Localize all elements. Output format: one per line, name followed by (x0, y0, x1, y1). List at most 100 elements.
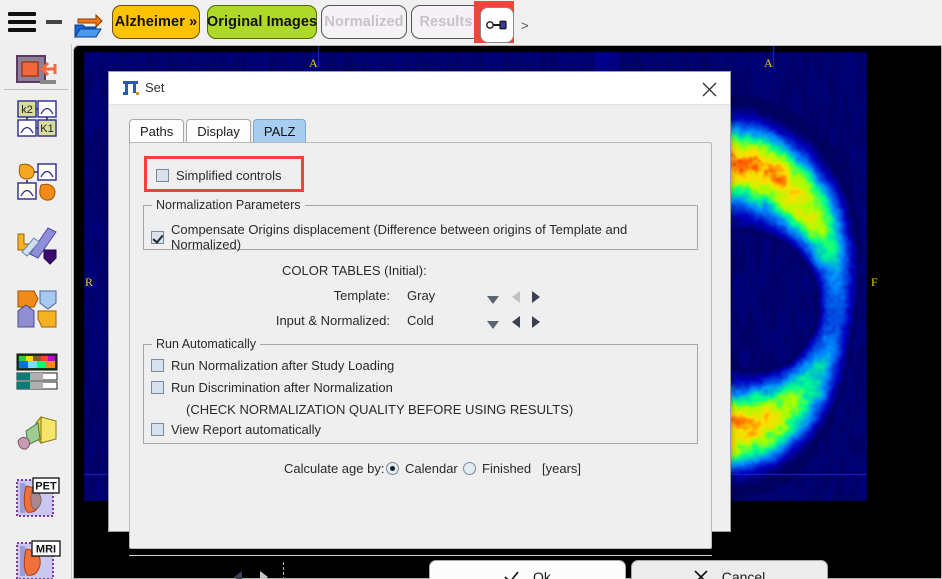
fusion-arrow-icon (17, 227, 57, 265)
nav-next-icon[interactable] (259, 570, 269, 579)
svg-text:K1: K1 (40, 123, 53, 135)
sidebar-item-fusion[interactable] (8, 220, 66, 272)
simplified-controls-label: Simplified controls (176, 168, 282, 183)
sidebar-item-mri[interactable]: MRI (8, 535, 66, 579)
run-group-note: (CHECK NORMALIZATION QUALITY BEFORE USIN… (186, 402, 574, 417)
age-finished-radio[interactable] (463, 462, 476, 475)
run-discrimination-row[interactable]: Run Discrimination after Normalization (151, 380, 393, 395)
sidebar-item-segments[interactable] (8, 283, 66, 335)
compensate-origins-label: Compensate Origins displacement (Differe… (171, 222, 628, 252)
cancel-button[interactable]: Cancel (631, 560, 828, 579)
svg-text:PET: PET (35, 481, 57, 493)
top-toolbar: Alzheimer » Original Images Normalized R… (0, 0, 942, 44)
run-automatically-group: Run Automatically Run Normalization afte… (143, 337, 698, 444)
dialog-title: Set (145, 80, 165, 95)
orientation-label-anterior-left: A (309, 56, 318, 70)
color-tables-heading: COLOR TABLES (Initial): (282, 263, 427, 278)
minimize-dash-icon[interactable] (46, 20, 62, 24)
age-finished-label: Finished (482, 461, 532, 476)
mri-modality-icon: MRI (16, 540, 61, 579)
close-icon[interactable] (697, 77, 721, 101)
color-table-input-value: Cold (407, 313, 434, 328)
cancel-button-label: Cancel (721, 569, 766, 579)
color-table-template-dropdown-icon[interactable] (487, 291, 499, 309)
tab-display[interactable]: Display (186, 119, 251, 143)
nav-button-original-images-label: Original Images (206, 14, 318, 30)
color-table-template-label: Template: (333, 288, 390, 303)
age-calendar-label: Calendar (405, 461, 458, 476)
color-table-template-prev-icon[interactable] (512, 290, 520, 308)
run-discrimination-label: Run Discrimination after Normalization (171, 380, 393, 395)
svg-text:k2: k2 (21, 104, 33, 116)
color-table-icon (16, 353, 58, 390)
sidebar-item-pet[interactable]: PET (8, 472, 66, 524)
age-calendar-radio[interactable] (386, 462, 399, 475)
tab-paths[interactable]: Paths (129, 119, 185, 143)
sidebar-item-k2k1[interactable]: k2 K1 (8, 94, 66, 146)
simplified-controls-row[interactable]: Simplified controls (156, 168, 282, 183)
run-normalization-checkbox[interactable] (151, 359, 164, 372)
compensate-origins-row[interactable]: Compensate Origins displacement (Differe… (151, 222, 697, 252)
orientation-label-right: R (85, 275, 94, 289)
age-option-calendar[interactable]: Calendar (386, 461, 458, 476)
view-report-label: View Report automatically (171, 422, 322, 437)
check-icon (504, 571, 519, 579)
run-automatically-legend: Run Automatically (152, 337, 261, 351)
color-table-input-prev-icon[interactable] (512, 315, 520, 333)
age-unit-label: [years] (542, 461, 582, 476)
sidebar-dash-icon (40, 80, 56, 84)
dialog-title-bar[interactable]: Set (109, 72, 730, 105)
color-table-template-value: Gray (407, 288, 436, 303)
svg-text:MRI: MRI (36, 544, 56, 556)
app-window: A A R F P Alzheimer » Original Images No… (0, 0, 942, 579)
color-table-input-label: Input & Normalized: (275, 313, 390, 328)
age-option-finished[interactable]: Finished (463, 461, 531, 476)
run-discrimination-checkbox[interactable] (151, 381, 164, 394)
ok-button[interactable]: Ok (429, 560, 626, 579)
color-table-input-dropdown-icon[interactable] (487, 316, 499, 334)
tab-palz[interactable]: PALZ (252, 119, 307, 143)
nav-button-alzheimer[interactable]: Alzheimer » (112, 5, 200, 39)
normalization-parameters-group: Normalization Parameters Compensate Orig… (143, 198, 698, 252)
k2-k1-kinetics-icon: k2 K1 (17, 100, 57, 137)
simplified-controls-checkbox[interactable] (156, 169, 169, 182)
nav-button-normalized-label: Normalized (324, 14, 404, 30)
open-folder-arrow-icon[interactable] (72, 6, 106, 38)
run-normalization-row[interactable]: Run Normalization after Study Loading (151, 358, 394, 373)
dialog-tabs: Paths Display PALZ (129, 117, 308, 143)
palz-tab-panel: Simplified controls Normalization Parame… (129, 142, 712, 549)
footer-vertical-divider (283, 562, 284, 579)
sidebar-divider (4, 89, 68, 90)
sidebar-item-roi-shift[interactable] (8, 48, 66, 100)
blob-curve-icon (17, 163, 57, 201)
orientation-label-anterior-right: A (764, 56, 773, 70)
left-sidebar: k2 K1 PET MRI (0, 44, 72, 579)
color-table-input-next-icon[interactable] (532, 315, 540, 333)
view-report-checkbox[interactable] (151, 423, 164, 436)
hamburger-menu-icon[interactable] (8, 12, 36, 32)
pi-settings-icon (122, 80, 140, 96)
nav-prev-icon[interactable] (233, 570, 243, 579)
cross-icon (694, 570, 708, 579)
toolbar-overflow-chevron[interactable]: > (521, 18, 529, 33)
sidebar-item-colortable[interactable] (8, 346, 66, 398)
key-settings-icon (486, 20, 507, 30)
nav-button-original-images[interactable]: Original Images (207, 5, 317, 39)
compensate-origins-checkbox[interactable] (151, 230, 164, 244)
pet-modality-icon: PET (16, 477, 60, 517)
orientation-label-feet: F (871, 275, 878, 289)
sidebar-item-blobs[interactable] (8, 157, 66, 209)
sidebar-item-3d-volume[interactable] (8, 409, 66, 461)
color-table-template-next-icon[interactable] (532, 290, 540, 308)
view-report-row[interactable]: View Report automatically (151, 422, 321, 437)
roi-shift-icon (16, 55, 57, 83)
set-dialog: Set Paths Display PALZ Simplified contro… (108, 71, 828, 579)
nav-button-alzheimer-label: Alzheimer » (114, 14, 198, 30)
nav-button-normalized[interactable]: Normalized (321, 5, 407, 39)
settings-key-button[interactable] (480, 7, 514, 43)
nav-button-results[interactable]: Results (411, 5, 481, 39)
normalization-parameters-legend: Normalization Parameters (152, 198, 305, 212)
dialog-footer-divider (129, 555, 712, 556)
volume-3d-icon (17, 415, 57, 450)
nav-button-results-label: Results (419, 14, 473, 30)
